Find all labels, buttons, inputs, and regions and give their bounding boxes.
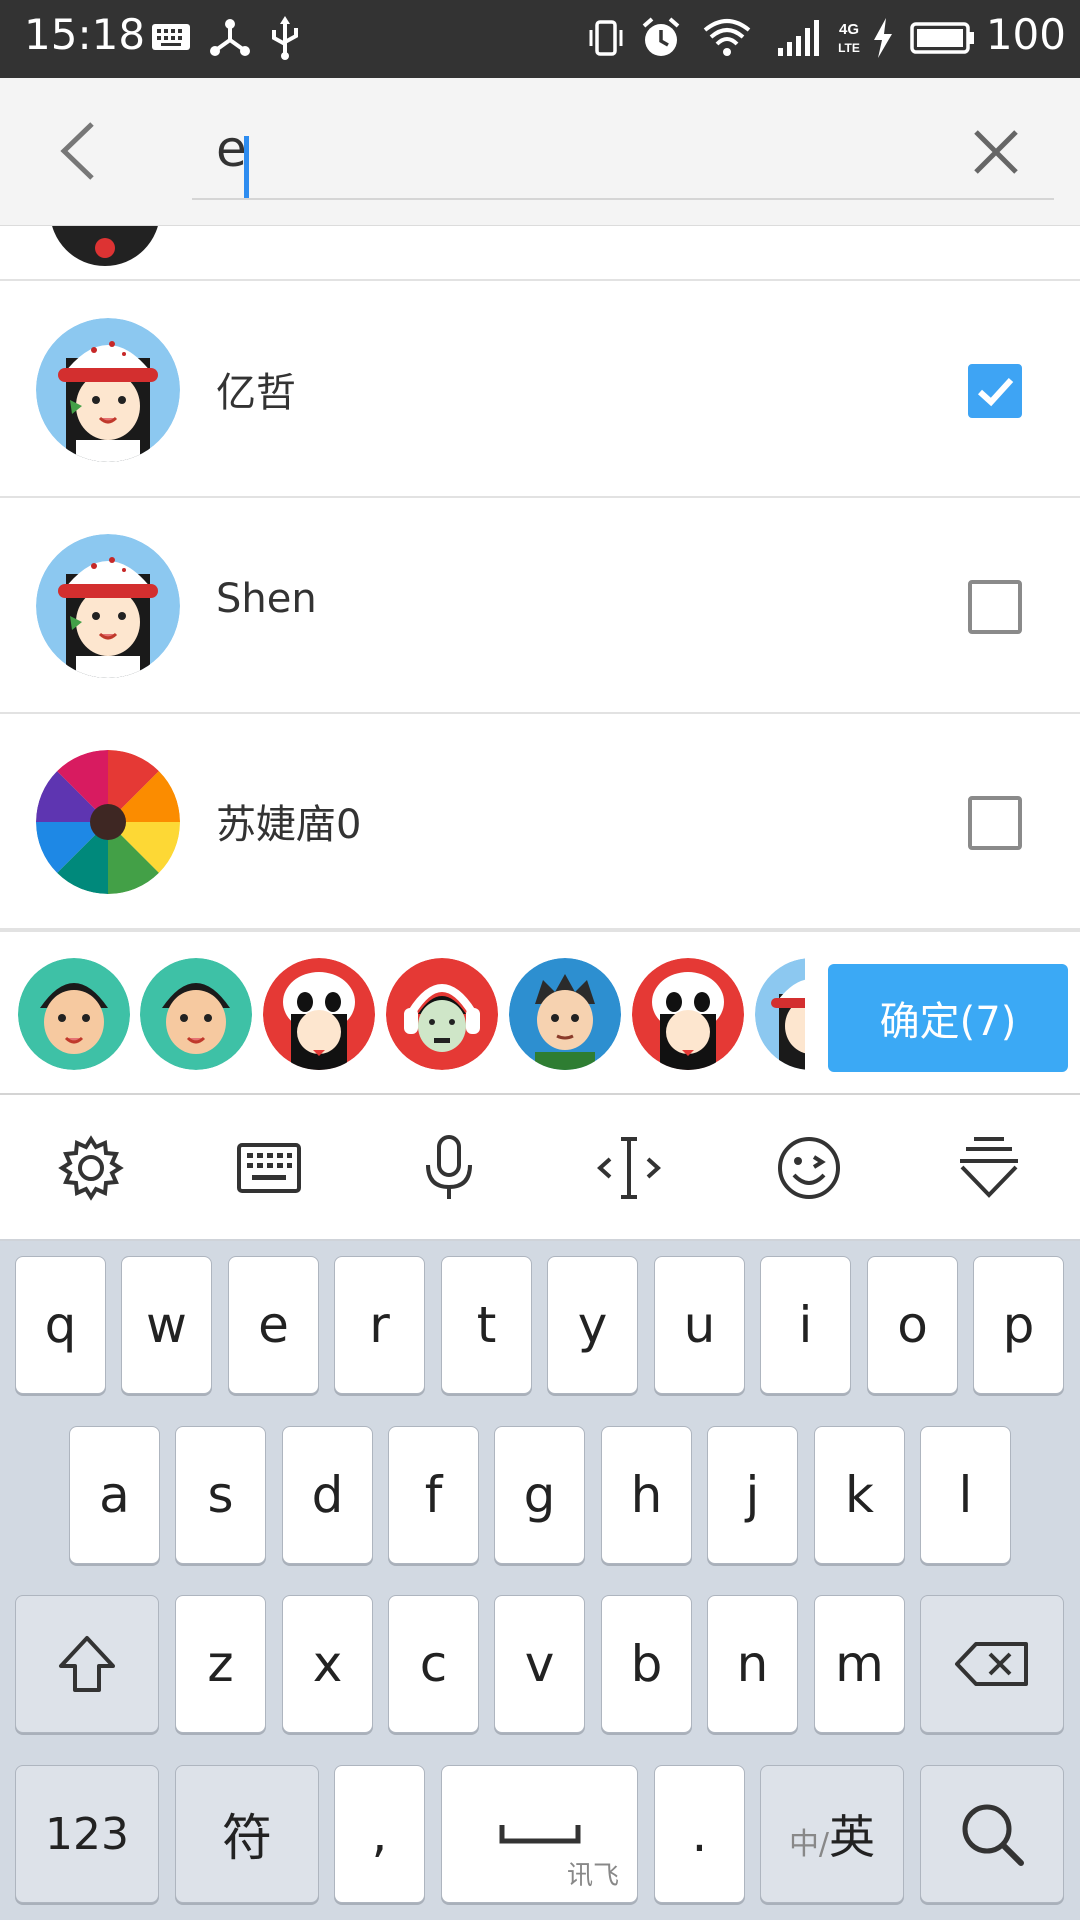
selected-avatar[interactable]: [509, 958, 621, 1070]
selected-avatar[interactable]: [263, 958, 375, 1070]
vibrate-icon: [589, 20, 623, 56]
selected-members-bar: 确定(7): [0, 930, 1080, 1095]
select-checkbox[interactable]: [968, 364, 1022, 418]
key-r[interactable]: r: [334, 1256, 425, 1394]
selected-avatar[interactable]: [632, 958, 744, 1070]
search-icon: [962, 1804, 1024, 1866]
key-t[interactable]: t: [441, 1256, 532, 1394]
cursor-move-icon[interactable]: [594, 1133, 664, 1203]
search-input[interactable]: e: [192, 96, 1054, 200]
checkmark-icon: [977, 377, 1014, 407]
shift-arrow-icon: [59, 1636, 115, 1692]
list-item[interactable]: 亿哲: [0, 282, 1080, 498]
battery-icon: [910, 22, 974, 54]
microphone-icon[interactable]: [414, 1133, 484, 1203]
search-key[interactable]: [920, 1765, 1064, 1903]
collapse-keyboard-icon[interactable]: [954, 1133, 1024, 1203]
signal-icon: [778, 20, 819, 56]
wifi-icon: [703, 19, 751, 56]
alarm-icon: [642, 17, 680, 56]
comma-key[interactable]: ,: [334, 1765, 425, 1903]
keyboard-icon: [152, 24, 190, 50]
key-d[interactable]: d: [282, 1426, 373, 1564]
key-e[interactable]: e: [228, 1256, 319, 1394]
avatar: [36, 534, 180, 678]
contact-name: 亿哲: [216, 370, 296, 416]
key-m[interactable]: m: [814, 1595, 905, 1733]
key-x[interactable]: x: [282, 1595, 373, 1733]
backspace-key[interactable]: [920, 1595, 1064, 1733]
emoji-icon[interactable]: [774, 1133, 844, 1203]
svg-text:4G: 4G: [839, 21, 859, 38]
selected-avatars[interactable]: [0, 932, 805, 1097]
symbols-key[interactable]: 符: [175, 1765, 319, 1903]
key-y[interactable]: y: [547, 1256, 638, 1394]
select-checkbox[interactable]: [968, 580, 1022, 634]
key-j[interactable]: j: [707, 1426, 798, 1564]
key-n[interactable]: n: [707, 1595, 798, 1733]
key-f[interactable]: f: [388, 1426, 479, 1564]
space-key[interactable]: 讯飞: [441, 1765, 638, 1903]
key-p[interactable]: p: [973, 1256, 1064, 1394]
key-i[interactable]: i: [760, 1256, 851, 1394]
key-c[interactable]: c: [388, 1595, 479, 1733]
key-q[interactable]: q: [15, 1256, 106, 1394]
selected-avatar[interactable]: [755, 958, 805, 1070]
language-switch-key[interactable]: 中/英: [760, 1765, 904, 1903]
key-h[interactable]: h: [601, 1426, 692, 1564]
backspace-icon: [955, 1642, 1028, 1686]
lang-big-label: 英: [829, 1810, 876, 1864]
period-key[interactable]: .: [654, 1765, 745, 1903]
search-bar: e: [0, 78, 1080, 226]
back-arrow-icon[interactable]: [50, 116, 110, 186]
key-a[interactable]: a: [69, 1426, 160, 1564]
space-key-brand: 讯飞: [566, 1861, 619, 1891]
text-cursor: [244, 136, 249, 198]
4g-lte-icon: 4G LTE: [838, 21, 860, 55]
list-item-partial[interactable]: [0, 226, 1080, 281]
key-s[interactable]: s: [175, 1426, 266, 1564]
settings-icon[interactable]: [56, 1133, 126, 1203]
key-w[interactable]: w: [121, 1256, 212, 1394]
avatar: [36, 750, 180, 894]
space-bar-icon: [499, 1825, 580, 1844]
ime-toolbar: [0, 1095, 1080, 1241]
selected-avatar[interactable]: [386, 958, 498, 1070]
select-checkbox[interactable]: [968, 796, 1022, 850]
contact-name: 苏婕庿0: [216, 802, 362, 848]
selected-avatar[interactable]: [140, 958, 252, 1070]
numbers-key[interactable]: 123: [15, 1765, 159, 1903]
contact-list: 亿哲 Shen 苏婕庿0: [0, 226, 1080, 930]
avatar: [52, 226, 158, 266]
search-query: e: [216, 120, 247, 178]
avatar: [36, 318, 180, 462]
status-time: 15:18: [24, 10, 146, 59]
lang-small-label: 中/: [788, 1827, 830, 1862]
key-k[interactable]: k: [814, 1426, 905, 1564]
key-v[interactable]: v: [494, 1595, 585, 1733]
list-item[interactable]: Shen: [0, 498, 1080, 714]
keyboard: q w e r t y u i o p a s d f g h j k l z …: [0, 1241, 1080, 1920]
usb-icon: [272, 16, 298, 60]
key-z[interactable]: z: [175, 1595, 266, 1733]
svg-text:LTE: LTE: [838, 41, 860, 55]
battery-level: 100: [985, 10, 1066, 59]
status-bar: 15:18 4G LTE 100: [0, 0, 1080, 78]
selected-avatar[interactable]: [18, 958, 130, 1070]
charging-icon: [874, 18, 892, 58]
shift-key[interactable]: [15, 1595, 159, 1733]
key-o[interactable]: o: [867, 1256, 958, 1394]
close-icon[interactable]: [966, 122, 1026, 182]
keyboard-layout-icon[interactable]: [236, 1133, 302, 1203]
list-item[interactable]: 苏婕庿0: [0, 714, 1080, 930]
key-b[interactable]: b: [601, 1595, 692, 1733]
key-u[interactable]: u: [654, 1256, 745, 1394]
share-network-icon: [210, 19, 250, 56]
key-g[interactable]: g: [494, 1426, 585, 1564]
confirm-button[interactable]: 确定(7): [828, 964, 1068, 1072]
key-l[interactable]: l: [920, 1426, 1011, 1564]
contact-name: Shen: [216, 576, 317, 622]
